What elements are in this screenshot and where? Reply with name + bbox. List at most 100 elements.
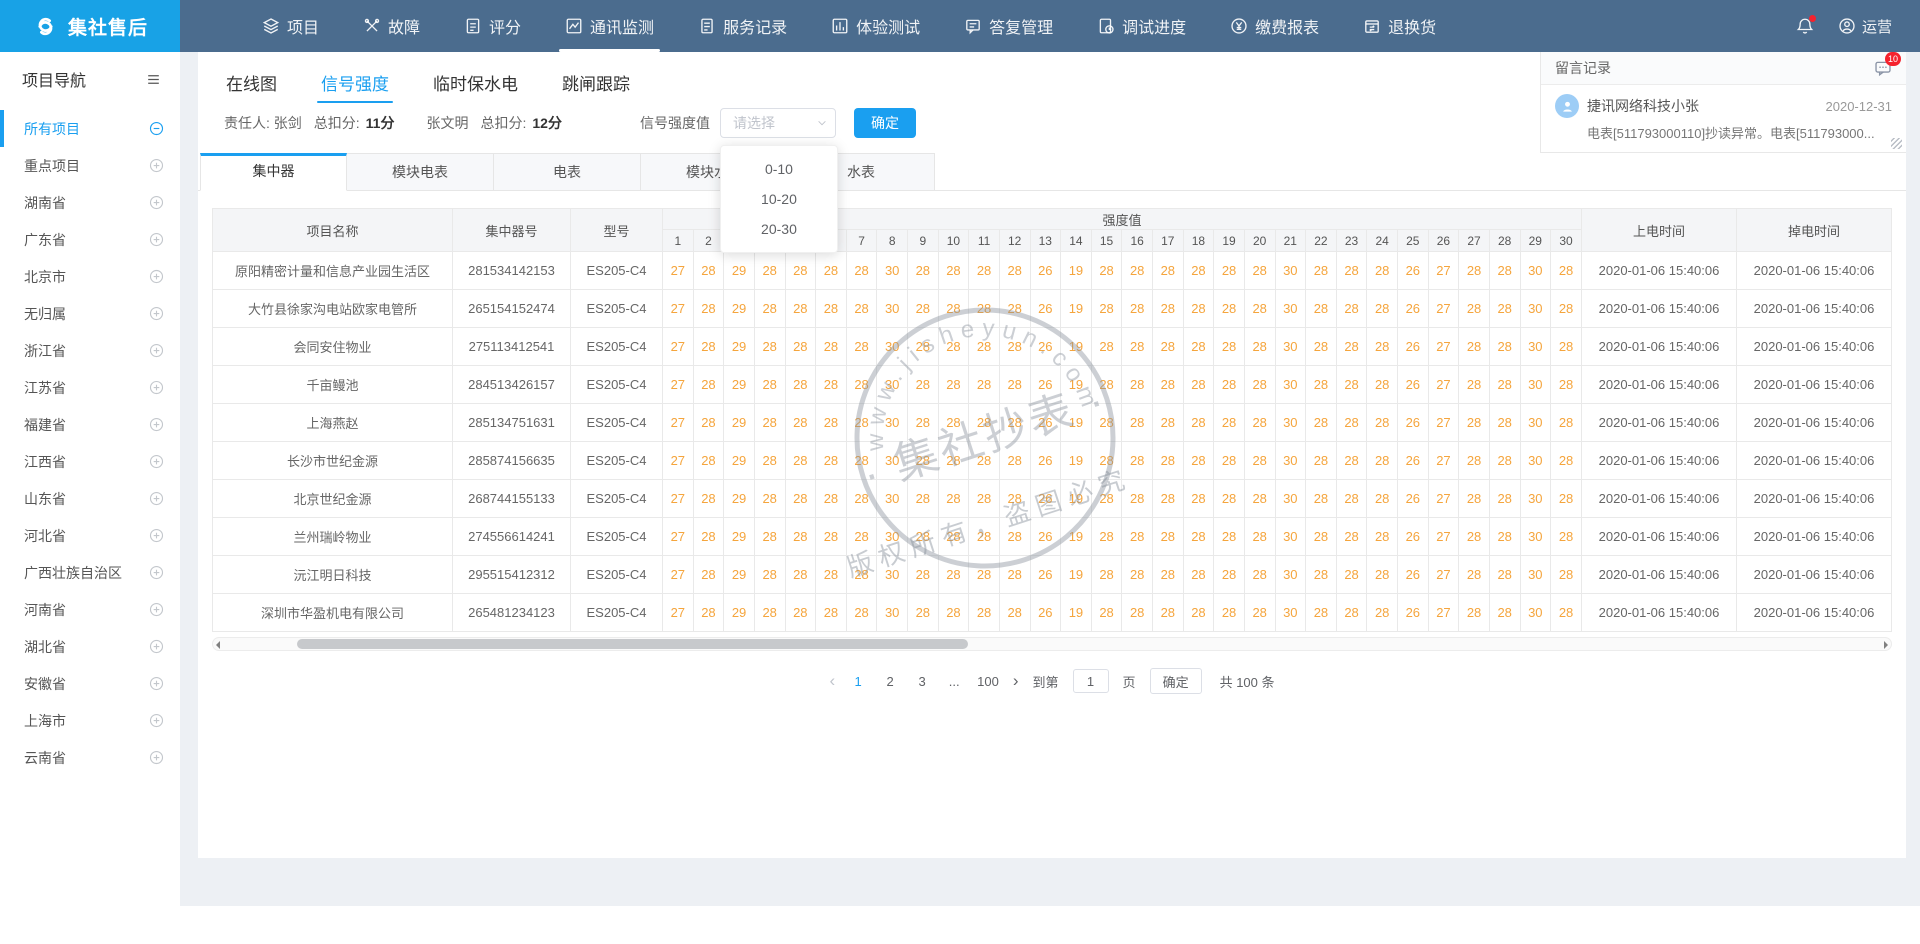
page-number-button[interactable]: 2 — [881, 674, 899, 689]
cell-strength-value: 28 — [1336, 594, 1367, 632]
table-row[interactable]: 千亩鳗池284513426157ES205-C42728292828282830… — [213, 366, 1892, 404]
nav-item-test[interactable]: 体验测试 — [831, 0, 920, 52]
table-row[interactable]: 大竹县徐家沟电站欧家电管所265154152474ES205-C42728292… — [213, 290, 1892, 328]
dropdown-option[interactable]: 0-10 — [721, 154, 837, 184]
sidebar-item[interactable]: 安徽省 — [0, 665, 180, 702]
cell-strength-value: 28 — [1183, 328, 1214, 366]
nav-item-monitor[interactable]: 通讯监测 — [565, 0, 654, 52]
cell-power-off-time: 2020-01-06 15:40:06 — [1737, 252, 1892, 290]
sidebar-item[interactable]: 上海市 — [0, 702, 180, 739]
panel-resize-handle[interactable] — [1891, 138, 1902, 149]
cell-strength-value: 28 — [1122, 442, 1153, 480]
cell-project-name: 长沙市世纪金源 — [213, 442, 453, 480]
sidebar-item[interactable]: 福建省 — [0, 406, 180, 443]
app-logo[interactable]: 集社售后 — [0, 0, 180, 52]
sidebar-item[interactable]: 云南省 — [0, 739, 180, 776]
nav-item-progress[interactable]: 调试进度 — [1097, 0, 1186, 52]
table-row[interactable]: 长沙市世纪金源285874156635ES205-C42728292828282… — [213, 442, 1892, 480]
goto-page-input[interactable] — [1073, 669, 1109, 693]
sidebar-item[interactable]: 广西壮族自治区 — [0, 554, 180, 591]
cell-strength-value: 28 — [1336, 252, 1367, 290]
table-row[interactable]: 上海燕赵285134751631ES205-C42728292828282830… — [213, 404, 1892, 442]
cell-strength-value: 30 — [1520, 480, 1551, 518]
next-page-button[interactable]: › — [1013, 671, 1019, 691]
hamburger-icon[interactable] — [145, 71, 162, 88]
sidebar-item[interactable]: 山东省 — [0, 480, 180, 517]
sidebar-item[interactable]: 浙江省 — [0, 332, 180, 369]
page-tab[interactable]: 跳闸跟踪 — [560, 60, 632, 108]
avatar — [1555, 94, 1579, 118]
cell-power-on-time: 2020-01-06 15:40:06 — [1582, 556, 1737, 594]
message-badge-button[interactable]: 10 — [1874, 59, 1892, 77]
nav-item-return[interactable]: 退换货 — [1363, 0, 1436, 52]
device-tab[interactable]: 集中器 — [200, 153, 347, 191]
device-tab[interactable]: 电表 — [494, 153, 641, 191]
page-tab[interactable]: 临时保水电 — [431, 60, 520, 108]
cell-strength-value: 28 — [1153, 442, 1184, 480]
nav-item-reply[interactable]: 答复管理 — [964, 0, 1053, 52]
dropdown-option[interactable]: 20-30 — [721, 214, 837, 244]
table-row[interactable]: 北京世纪金源268744155133ES205-C427282928282828… — [213, 480, 1892, 518]
cell-strength-value: 28 — [1367, 404, 1398, 442]
nav-item-score[interactable]: 评分 — [464, 0, 521, 52]
nav-item-tools[interactable]: 故障 — [363, 0, 420, 52]
filter-row: 责任人: 张剑 总扣分: 11分 张文明 总扣分: 12分 信号强度值 请选择 … — [224, 108, 1540, 138]
sidebar-item[interactable]: 广东省 — [0, 221, 180, 258]
message-item[interactable]: 捷讯网络科技小张 2020-12-31 电表[511793000110]抄读异常… — [1541, 85, 1906, 152]
device-tab[interactable]: 模块电表 — [347, 153, 494, 191]
cell-strength-value: 27 — [663, 442, 694, 480]
sidebar-item[interactable]: 重点项目 — [0, 147, 180, 184]
user-menu[interactable]: 运营 — [1838, 16, 1892, 37]
cell-strength-value: 28 — [1367, 442, 1398, 480]
nav-item-record[interactable]: 服务记录 — [698, 0, 787, 52]
table-row[interactable]: 兰州瑞岭物业274556614241ES205-C427282928282828… — [213, 518, 1892, 556]
sidebar-item[interactable]: 所有项目 — [0, 110, 180, 147]
nav-item-layers[interactable]: 项目 — [262, 0, 319, 52]
table-row[interactable]: 深圳市华盈机电有限公司265481234123ES205-C4272829282… — [213, 594, 1892, 632]
cell-strength-value: 19 — [1061, 252, 1092, 290]
page-number-button[interactable]: 1 — [849, 674, 867, 689]
sidebar-item[interactable]: 湖南省 — [0, 184, 180, 221]
cell-strength-value: 28 — [969, 404, 1000, 442]
nav-item-label: 缴费报表 — [1255, 14, 1319, 38]
dropdown-option[interactable]: 10-20 — [721, 184, 837, 214]
cell-strength-value: 30 — [877, 366, 908, 404]
sidebar-item[interactable]: 湖北省 — [0, 628, 180, 665]
page-number-button[interactable]: 3 — [913, 674, 931, 689]
cell-strength-value: 26 — [1398, 480, 1429, 518]
prev-page-button[interactable]: ‹ — [829, 671, 835, 691]
cell-strength-value: 28 — [1551, 556, 1582, 594]
sidebar-item[interactable]: 河南省 — [0, 591, 180, 628]
page-number-button[interactable]: 100 — [977, 674, 999, 689]
table-row[interactable]: 沅江明日科技295515412312ES205-C427282928282828… — [213, 556, 1892, 594]
goto-confirm-button[interactable]: 确定 — [1150, 668, 1202, 694]
cell-strength-value: 30 — [877, 556, 908, 594]
cell-strength-value: 26 — [1398, 518, 1429, 556]
notification-bell-button[interactable] — [1796, 17, 1814, 35]
cell-strength-value: 28 — [1091, 404, 1122, 442]
nav-item-report[interactable]: 缴费报表 — [1230, 0, 1319, 52]
scroll-left-arrow-icon[interactable] — [216, 641, 220, 649]
page-tab[interactable]: 信号强度 — [319, 60, 391, 108]
scrollbar-thumb[interactable] — [297, 639, 968, 649]
signal-strength-select[interactable]: 请选择 0-1010-2020-30 — [720, 108, 836, 138]
main-menu: 项目故障评分通讯监测服务记录体验测试答复管理调试进度 缴费报表 退换货 — [262, 0, 1436, 52]
table-row[interactable]: 会同安住物业275113412541ES205-C427282928282828… — [213, 328, 1892, 366]
strength-col-index: 21 — [1275, 230, 1306, 252]
sidebar-item[interactable]: 北京市 — [0, 258, 180, 295]
page-tab[interactable]: 在线图 — [224, 60, 279, 108]
sidebar-item[interactable]: 江西省 — [0, 443, 180, 480]
horizontal-scrollbar[interactable] — [212, 637, 1892, 651]
table-row[interactable]: 原阳精密计量和信息产业园生活区281534142153ES205-C427282… — [213, 252, 1892, 290]
reply-icon — [964, 17, 982, 35]
sidebar-item[interactable]: 无归属 — [0, 295, 180, 332]
cell-strength-value: 28 — [1214, 404, 1245, 442]
filter-confirm-button[interactable]: 确定 — [854, 108, 916, 138]
sidebar-item[interactable]: 河北省 — [0, 517, 180, 554]
cell-strength-value: 28 — [693, 480, 724, 518]
scroll-right-arrow-icon[interactable] — [1884, 641, 1888, 649]
sidebar-item[interactable]: 江苏省 — [0, 369, 180, 406]
cell-strength-value: 28 — [1367, 518, 1398, 556]
cell-model: ES205-C4 — [571, 518, 663, 556]
plus-circle-icon — [149, 380, 164, 395]
